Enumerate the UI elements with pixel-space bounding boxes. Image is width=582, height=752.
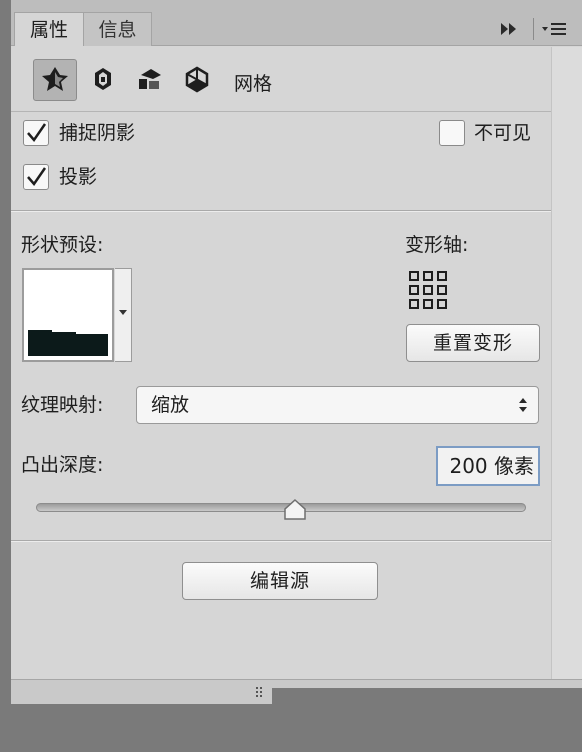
properties-panel: 属性 信息 网格 捕捉阴影 不可见 投影 形状预设: 变形轴: 重置变形 纹理映…: [11, 0, 582, 704]
panel-menu-icon[interactable]: [541, 20, 567, 38]
double-chevron-right-icon[interactable]: [499, 20, 519, 38]
checkmark-icon: [27, 167, 47, 187]
section-divider-highlight: [11, 211, 551, 212]
deform-axis-label: 变形轴:: [405, 234, 469, 256]
tab-bar: 属性 信息: [11, 0, 582, 46]
catch-shadow-checkbox[interactable]: [23, 120, 49, 146]
cast-shadow-checkbox[interactable]: [23, 164, 49, 190]
reset-deform-button[interactable]: 重置变形: [406, 324, 540, 362]
coordinates-tool-icon[interactable]: [183, 65, 211, 93]
background-area: [272, 688, 582, 704]
tab-info[interactable]: 信息: [84, 12, 152, 46]
shape-preset-label: 形状预设:: [21, 234, 104, 256]
mesh-tool-icon[interactable]: [41, 65, 69, 93]
catch-shadow-label: 捕捉阴影: [59, 122, 136, 144]
cap-tool-icon[interactable]: [135, 65, 163, 93]
checkmark-icon: [27, 123, 47, 143]
extrusion-depth-label: 凸出深度:: [21, 454, 104, 476]
mesh-label[interactable]: 网格: [234, 69, 272, 96]
edit-source-button[interactable]: 编辑源: [182, 562, 378, 600]
invisible-label: 不可见: [474, 122, 532, 144]
extrusion-depth-input[interactable]: 200 像素: [436, 446, 540, 486]
panel-scroll-track[interactable]: [551, 47, 582, 679]
tab-properties[interactable]: 属性: [14, 12, 84, 46]
section-divider-highlight: [11, 541, 551, 542]
shape-preset-dropdown-button[interactable]: [115, 268, 132, 362]
chevron-down-icon: [119, 310, 127, 315]
cast-shadow-label: 投影: [59, 166, 98, 188]
texture-mapping-value: 缩放: [151, 394, 190, 416]
resize-grip-icon[interactable]: [255, 686, 269, 700]
deform-tool-icon[interactable]: [89, 65, 117, 93]
slider-thumb[interactable]: [284, 499, 306, 520]
texture-mapping-select[interactable]: 缩放: [136, 386, 539, 424]
invisible-checkbox[interactable]: [439, 120, 465, 146]
extrusion-preset-thumbnail: [28, 330, 108, 356]
extrusion-depth-slider-track[interactable]: [36, 503, 526, 512]
texture-mapping-label: 纹理映射:: [21, 394, 104, 416]
tab-bar-separator: [533, 18, 534, 40]
deform-axis-grid-icon[interactable]: [408, 270, 448, 310]
up-down-arrows-icon: [519, 398, 527, 412]
3d-property-toolbar: 网格: [11, 47, 551, 112]
shape-preset-swatch[interactable]: [22, 268, 114, 362]
